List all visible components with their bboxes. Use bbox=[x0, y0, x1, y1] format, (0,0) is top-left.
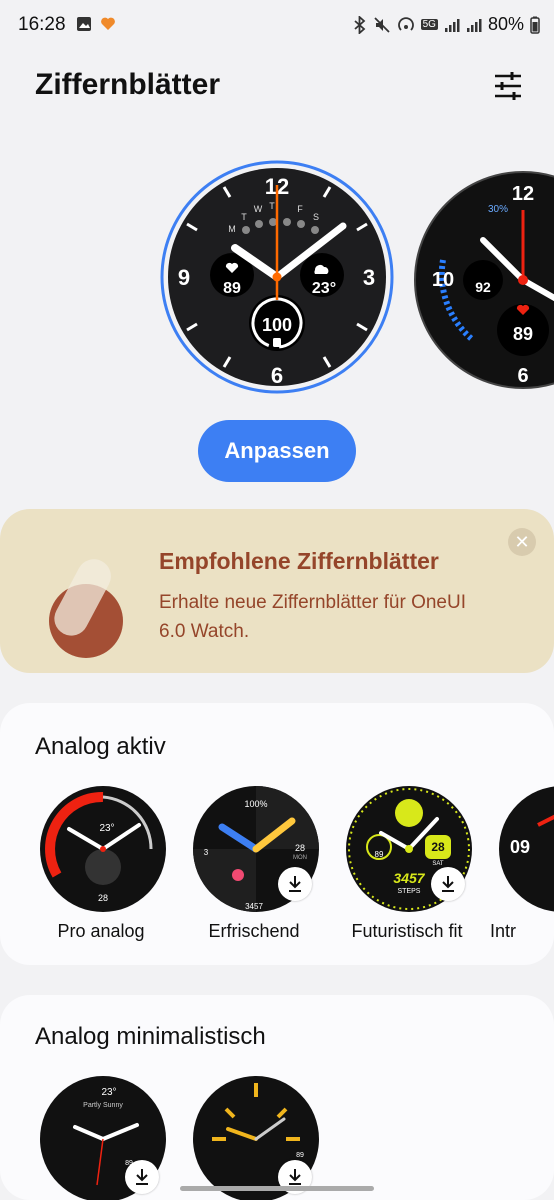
svg-text:89: 89 bbox=[375, 850, 384, 859]
svg-text:09: 09 bbox=[510, 837, 530, 857]
health-app-icon bbox=[101, 17, 115, 30]
category-title: Analog minimalistisch bbox=[35, 1023, 266, 1050]
download-icon[interactable] bbox=[125, 1160, 159, 1194]
day-label: T bbox=[269, 201, 275, 211]
current-watchface[interactable]: 12 3 6 9 M T W T F S 89 23° 100 bbox=[160, 160, 394, 394]
svg-text:3457: 3457 bbox=[393, 870, 425, 886]
category-card-analog-active: Analog aktiv 23° 28 Pro analog 100% 3 28… bbox=[0, 703, 554, 965]
svg-text:10: 10 bbox=[432, 269, 454, 291]
status-time: 16:28 bbox=[18, 14, 66, 35]
numeral-9: 9 bbox=[178, 265, 190, 290]
close-icon[interactable]: ✕ bbox=[508, 528, 536, 556]
battery-value: 100 bbox=[262, 315, 292, 335]
heart-rate-value: 89 bbox=[223, 280, 241, 297]
svg-text:SAT: SAT bbox=[432, 861, 444, 867]
svg-text:89: 89 bbox=[296, 1152, 304, 1159]
svg-text:28: 28 bbox=[431, 840, 445, 854]
battery-icon bbox=[530, 16, 540, 34]
mute-icon bbox=[373, 16, 390, 33]
promo-title: Empfohlene Ziffernblätter bbox=[159, 548, 439, 574]
page-title: Ziffernblätter bbox=[35, 68, 221, 101]
bluetooth-icon bbox=[354, 15, 365, 34]
svg-text:MON: MON bbox=[293, 855, 307, 861]
svg-text:STEPS: STEPS bbox=[398, 888, 421, 895]
watchface-thumb-partial[interactable]: 09 bbox=[498, 785, 554, 913]
next-watchface[interactable]: 12 10 30% 92 89 6 bbox=[413, 170, 554, 390]
day-label: F bbox=[297, 204, 303, 214]
svg-text:3457: 3457 bbox=[245, 902, 263, 911]
watchface-thumb-pro-analog[interactable]: 23° 28 bbox=[39, 785, 167, 913]
watchface-label: Erfrischend bbox=[208, 921, 300, 941]
category-card-analog-minimal: Analog minimalistisch 23° Partly Sunny 8… bbox=[0, 995, 554, 1200]
signal-icon-2 bbox=[466, 18, 482, 32]
gallery-icon bbox=[77, 17, 91, 31]
numeral-3: 3 bbox=[363, 265, 375, 290]
svg-text:23°: 23° bbox=[101, 1087, 116, 1098]
day-label: W bbox=[254, 204, 263, 214]
watchface-label: Intr bbox=[490, 921, 517, 941]
home-indicator[interactable] bbox=[180, 1186, 374, 1191]
svg-text:3: 3 bbox=[204, 848, 209, 857]
watchface-promo-icon bbox=[49, 559, 123, 658]
network-type: 5G bbox=[420, 19, 438, 30]
filter-settings-icon[interactable] bbox=[492, 70, 524, 102]
battery-percent: 80% bbox=[487, 14, 524, 34]
promo-text: Erhalte neue Ziffernblätter für OneUI 6.… bbox=[159, 592, 466, 642]
signal-icon bbox=[444, 18, 460, 32]
hotspot-icon bbox=[397, 16, 414, 31]
watchface-carousel[interactable]: 12 3 6 9 M T W T F S 89 23° 100 12 10 30… bbox=[0, 160, 554, 400]
svg-text:23°: 23° bbox=[99, 823, 114, 834]
next-pct: 30% bbox=[488, 204, 508, 215]
numeral-6: 6 bbox=[271, 363, 283, 388]
svg-text:28: 28 bbox=[98, 893, 108, 903]
day-label: S bbox=[313, 212, 319, 222]
day-label: M bbox=[228, 224, 236, 234]
watchface-label: Futuristisch fit bbox=[351, 921, 463, 941]
watchface-label: Pro analog bbox=[57, 921, 145, 941]
download-icon[interactable] bbox=[431, 867, 465, 901]
next-heart: 92 bbox=[475, 279, 491, 295]
svg-text:Partly Sunny: Partly Sunny bbox=[83, 1102, 123, 1109]
svg-text:12: 12 bbox=[512, 183, 534, 205]
next-bottom: 89 bbox=[513, 324, 533, 344]
svg-text:6: 6 bbox=[517, 365, 528, 387]
svg-text:28: 28 bbox=[295, 843, 305, 853]
customize-button[interactable]: Anpassen bbox=[198, 420, 356, 482]
svg-text:100%: 100% bbox=[244, 799, 267, 809]
status-bar: 16:28 5G 80% bbox=[0, 0, 554, 52]
temperature-value: 23° bbox=[312, 280, 336, 297]
day-label: T bbox=[241, 212, 247, 222]
download-icon[interactable] bbox=[278, 867, 312, 901]
category-title: Analog aktiv bbox=[35, 733, 166, 760]
